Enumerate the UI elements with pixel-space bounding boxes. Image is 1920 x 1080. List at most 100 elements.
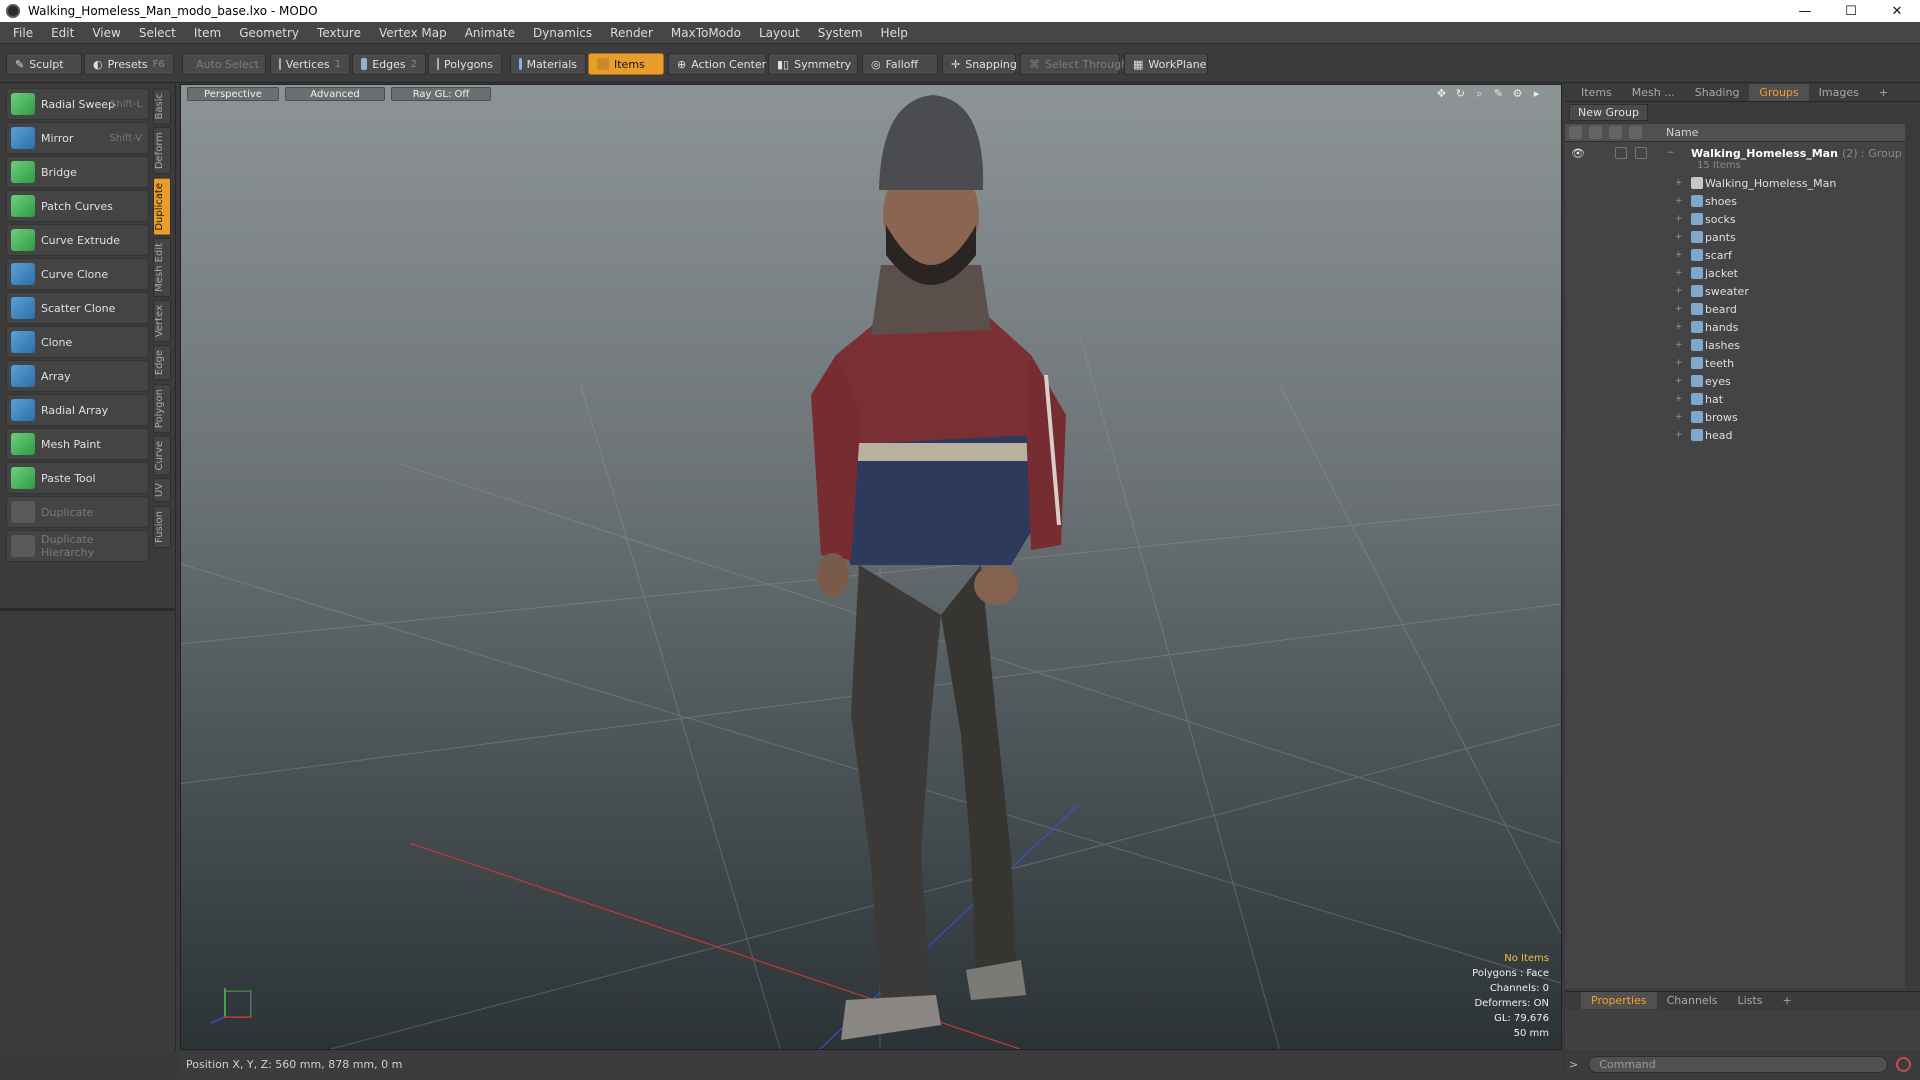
tree-scrollbar[interactable] (1907, 124, 1915, 988)
menu-animate[interactable]: Animate (456, 26, 524, 40)
menu-geometry[interactable]: Geometry (230, 26, 308, 40)
tool-curve-extrude[interactable]: Curve Extrude (6, 224, 149, 256)
action-center-button[interactable]: ⊕ Action Center (668, 53, 766, 75)
tool-mirror[interactable]: Mirror Shift-V (6, 122, 149, 154)
arrow-right-icon[interactable]: ▸ (1530, 87, 1543, 100)
tree-item[interactable]: + head (1565, 426, 1905, 444)
menu-edit[interactable]: Edit (42, 26, 83, 40)
menu-maxtomodo[interactable]: MaxToModo (662, 26, 750, 40)
add-tab-button[interactable]: + (1869, 84, 1898, 101)
falloff-button[interactable]: ◎ Falloff (862, 53, 938, 75)
tree-item[interactable]: + lashes (1565, 336, 1905, 354)
vertices-button[interactable]: Vertices 1 (270, 53, 350, 75)
command-input[interactable]: Command (1588, 1055, 1889, 1073)
tool-clone[interactable]: Clone (6, 326, 149, 358)
tab-items[interactable]: Items (1571, 84, 1622, 101)
select-column-icon[interactable] (1629, 126, 1642, 139)
menu-dynamics[interactable]: Dynamics (524, 26, 601, 40)
menu-vertex-map[interactable]: Vertex Map (370, 26, 456, 40)
tool-patch-curves[interactable]: Patch Curves (6, 190, 149, 222)
items-button[interactable]: Items (588, 53, 664, 75)
tool-curve-clone[interactable]: Curve Clone (6, 258, 149, 290)
pan-icon[interactable]: ✥ (1435, 87, 1448, 100)
presets-button[interactable]: ◐ Presets F6 (84, 53, 174, 75)
gear-icon[interactable]: ⚙ (1511, 87, 1524, 100)
menu-item[interactable]: Item (185, 26, 230, 40)
tool-paste[interactable]: Paste Tool (6, 462, 149, 494)
tab-uv[interactable]: UV (153, 478, 171, 503)
zoom-icon[interactable]: ⌕ (1473, 87, 1486, 100)
record-macro-icon[interactable] (1896, 1056, 1912, 1072)
tool-bridge[interactable]: Bridge (6, 156, 149, 188)
sculpt-button[interactable]: ✎ Sculpt (6, 53, 82, 75)
brush-icon[interactable]: ✎ (1492, 87, 1505, 100)
menu-help[interactable]: Help (872, 26, 917, 40)
tab-lists[interactable]: Lists (1728, 992, 1773, 1009)
new-group-button[interactable]: New Group (1569, 104, 1648, 121)
tree-item[interactable]: + eyes (1565, 372, 1905, 390)
render-column-icon[interactable] (1589, 126, 1602, 139)
tool-array[interactable]: Array (6, 360, 149, 392)
symmetry-button[interactable]: ▮▯ Symmetry (768, 53, 858, 75)
tree-item[interactable]: + sweater (1565, 282, 1905, 300)
tree-item[interactable]: + brows (1565, 408, 1905, 426)
tab-shading[interactable]: Shading (1685, 84, 1750, 101)
tool-scatter-clone[interactable]: Scatter Clone (6, 292, 149, 324)
menu-render[interactable]: Render (601, 26, 662, 40)
panel-divider[interactable] (0, 608, 176, 611)
tree-item[interactable]: + scarf (1565, 246, 1905, 264)
tab-polygon[interactable]: Polygon (153, 383, 171, 433)
tool-radial-sweep[interactable]: Radial Sweep Shift-L (6, 88, 149, 120)
menu-system[interactable]: System (809, 26, 872, 40)
tree-item[interactable]: + hands (1565, 318, 1905, 336)
tab-properties[interactable]: Properties (1581, 992, 1657, 1009)
tree-item[interactable]: + jacket (1565, 264, 1905, 282)
tab-channels[interactable]: Channels (1657, 992, 1728, 1009)
tab-duplicate[interactable]: Duplicate (153, 177, 171, 236)
raygl-toggle[interactable]: Ray GL: Off (391, 87, 491, 101)
tab-vertex[interactable]: Vertex (153, 300, 171, 343)
tree-item[interactable]: + Walking_Homeless_Man (1565, 174, 1905, 192)
tab-curve[interactable]: Curve (153, 435, 171, 476)
menu-texture[interactable]: Texture (308, 26, 370, 40)
menu-view[interactable]: View (83, 26, 129, 40)
tool-mesh-paint[interactable]: Mesh Paint (6, 428, 149, 460)
lock-checkbox[interactable] (1615, 147, 1627, 159)
orbit-icon[interactable]: ↻ (1454, 87, 1467, 100)
tab-basic[interactable]: Basic (153, 88, 171, 125)
tree-item[interactable]: + hat (1565, 390, 1905, 408)
tool-duplicate[interactable]: Duplicate (6, 496, 149, 528)
workplane-button[interactable]: ▦ WorkPlane (1124, 53, 1208, 75)
collapse-icon[interactable]: − (1667, 148, 1675, 158)
tree-item[interactable]: + teeth (1565, 354, 1905, 372)
tab-mesh[interactable]: Mesh ... (1622, 84, 1685, 101)
lock-column-icon[interactable] (1609, 126, 1622, 139)
tab-deform[interactable]: Deform (153, 127, 171, 175)
auto-select-button[interactable]: Auto Select (182, 53, 266, 75)
tree-item[interactable]: + shoes (1565, 192, 1905, 210)
eye-icon[interactable]: 👁 (1571, 147, 1585, 160)
tree-item[interactable]: + socks (1565, 210, 1905, 228)
select-checkbox[interactable] (1635, 147, 1647, 159)
name-column-header[interactable]: Name (1666, 126, 1698, 139)
view-type-dropdown[interactable]: Perspective (187, 87, 279, 101)
menu-file[interactable]: File (4, 26, 42, 40)
shading-mode-dropdown[interactable]: Advanced (285, 87, 385, 101)
tab-fusion[interactable]: Fusion (153, 505, 171, 548)
tree-item[interactable]: + pants (1565, 228, 1905, 246)
edges-button[interactable]: Edges 2 (352, 53, 426, 75)
menu-layout[interactable]: Layout (750, 26, 809, 40)
character-model[interactable] (741, 95, 1101, 1045)
3d-viewport[interactable]: Perspective Advanced Ray GL: Off ✥ ↻ ⌕ ✎… (180, 84, 1562, 1050)
maximize-button[interactable]: ☐ (1828, 0, 1874, 22)
tab-groups[interactable]: Groups (1749, 84, 1809, 101)
tool-duplicate-hierarchy[interactable]: Duplicate Hierarchy (6, 530, 149, 562)
polygons-button[interactable]: Polygons (428, 53, 502, 75)
add-props-tab-button[interactable]: + (1772, 992, 1801, 1009)
select-through-button[interactable]: ⌘ Select Through (1020, 53, 1128, 75)
tab-mesh-edit[interactable]: Mesh Edit (153, 238, 171, 298)
tree-item[interactable]: + beard (1565, 300, 1905, 318)
snapping-button[interactable]: ✛ Snapping (942, 53, 1017, 75)
tab-images[interactable]: Images (1809, 84, 1869, 101)
close-button[interactable]: ✕ (1874, 0, 1920, 22)
